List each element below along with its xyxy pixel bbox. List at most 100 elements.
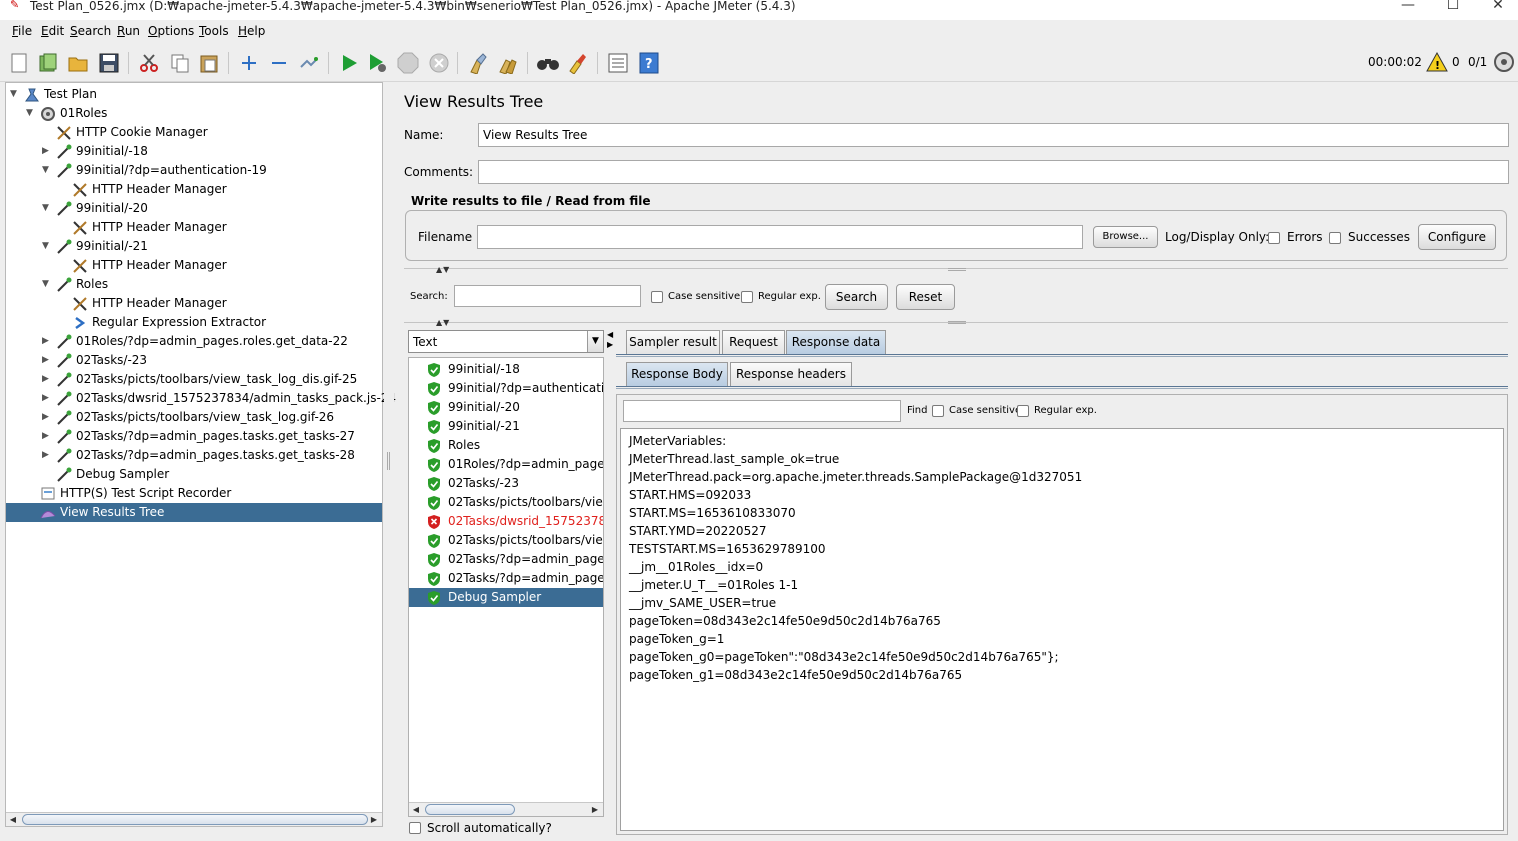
browse-button[interactable]: Browse... (1093, 226, 1158, 248)
collapse-icon[interactable] (267, 51, 291, 75)
collapse-arrows-icon[interactable]: ▲▼ (436, 318, 450, 327)
result-item[interactable]: 99initial/-18 (409, 360, 603, 379)
scroll-thumb[interactable] (425, 804, 515, 815)
scroll-thumb[interactable] (22, 814, 368, 825)
new-icon[interactable] (7, 51, 31, 75)
tree-node[interactable]: HTTP Header Manager (6, 256, 382, 275)
clear-icon[interactable] (466, 51, 490, 75)
renderer-select[interactable]: Text ▼ (408, 330, 604, 353)
result-item[interactable]: 02Tasks/picts/toolbars/view_ (409, 493, 603, 512)
successes-checkbox[interactable] (1329, 232, 1341, 244)
remote-engines-icon[interactable] (1493, 51, 1515, 73)
expanded-arrow-icon[interactable]: ▼ (10, 85, 20, 104)
minimize-button[interactable]: — (1388, 0, 1428, 14)
toggle-icon[interactable] (297, 51, 321, 75)
tree-node[interactable]: HTTP Header Manager (6, 218, 382, 237)
menu-tools[interactable]: Tools (199, 24, 229, 38)
result-item[interactable]: 02Tasks/?dp=admin_pages (409, 569, 603, 588)
search-input[interactable] (454, 285, 641, 307)
collapsed-arrow-icon[interactable]: ▶ (42, 446, 52, 465)
scroll-right-icon[interactable]: ▶ (369, 814, 379, 825)
tree-node[interactable]: ▼ 99initial/-20 (6, 199, 382, 218)
response-body-text[interactable]: JMeterVariables: JMeterThread.last_sample… (620, 428, 1504, 831)
scroll-right-icon[interactable]: ▶ (590, 804, 600, 815)
expanded-arrow-icon[interactable]: ▼ (42, 199, 52, 218)
scroll-left-icon[interactable]: ◀ (8, 814, 18, 825)
start-no-pauses-icon[interactable] (366, 51, 390, 75)
collapse-left-icon[interactable]: ◀ (607, 330, 613, 339)
comments-input[interactable] (478, 160, 1509, 184)
menu-run[interactable]: Run (117, 24, 140, 38)
reset-button[interactable]: Reset (896, 284, 955, 310)
tree-node[interactable]: HTTP Cookie Manager (6, 123, 382, 142)
expanded-arrow-icon[interactable]: ▼ (42, 275, 52, 294)
result-item[interactable]: 02Tasks/?dp=admin_pages (409, 550, 603, 569)
find-input[interactable] (623, 400, 901, 422)
tree-node[interactable]: Debug Sampler (6, 465, 382, 484)
expand-icon[interactable] (237, 51, 261, 75)
result-item[interactable]: 02Tasks/-23 (409, 474, 603, 493)
collapsed-arrow-icon[interactable]: ▶ (42, 370, 52, 389)
collapsed-arrow-icon[interactable]: ▶ (42, 332, 52, 351)
name-input[interactable]: View Results Tree (478, 123, 1509, 147)
test-plan-tree[interactable]: ▼ Test Plan ▼ 01Roles HTTP Cookie Manager ▶ 99… (5, 82, 396, 827)
tree-node[interactable]: ▶ 01Roles/?dp=admin_pages.roles.get_data-… (6, 332, 382, 351)
tab-response-body[interactable]: Response Body (626, 362, 728, 386)
collapsed-arrow-icon[interactable]: ▶ (42, 142, 52, 161)
shutdown-icon[interactable] (427, 51, 451, 75)
expanded-arrow-icon[interactable]: ▼ (26, 104, 36, 123)
clear-all-icon[interactable] (496, 51, 520, 75)
cut-icon[interactable] (137, 51, 161, 75)
main-splitter[interactable] (384, 82, 394, 841)
reset-search-icon[interactable] (566, 51, 590, 75)
chevron-down-icon[interactable]: ▼ (587, 331, 603, 352)
search-icon[interactable] (536, 51, 560, 75)
result-item[interactable]: Debug Sampler (409, 588, 603, 607)
tree-node[interactable]: ▶ 02Tasks/?dp=admin_pages.tasks.get_tasks… (6, 446, 382, 465)
tree-node[interactable]: ▼ Roles (6, 275, 382, 294)
collapsed-arrow-icon[interactable]: ▶ (42, 351, 52, 370)
tab-request[interactable]: Request (722, 330, 785, 354)
tree-node[interactable]: HTTP(S) Test Script Recorder (6, 484, 382, 503)
splitter-grip[interactable] (387, 452, 390, 470)
case-sensitive-checkbox[interactable] (651, 291, 663, 303)
tree-node[interactable]: ▶ 02Tasks/picts/toolbars/view_task_log_di… (6, 370, 382, 389)
tree-node[interactable]: ▼ 99initial/?dp=authentication-19 (6, 161, 382, 180)
tree-node[interactable]: ▶ 02Tasks/dwsrid_1575237834/admin_tasks_p… (6, 389, 396, 408)
open-icon[interactable] (66, 51, 90, 75)
function-helper-icon[interactable] (606, 51, 630, 75)
configure-button[interactable]: Configure (1418, 224, 1496, 250)
result-item[interactable]: 99initial/-20 (409, 398, 603, 417)
tree-node[interactable]: ▼ Test Plan (6, 85, 382, 104)
tab-response-data[interactable]: Response data (786, 330, 886, 354)
collapsed-arrow-icon[interactable]: ▶ (42, 427, 52, 446)
tree-node[interactable]: ▼ 99initial/-21 (6, 237, 382, 256)
tree-node[interactable]: HTTP Header Manager (6, 294, 382, 313)
collapse-arrows-icon[interactable]: ▲▼ (436, 265, 450, 274)
templates-icon[interactable] (36, 51, 60, 75)
find-regular-exp-checkbox[interactable] (1017, 405, 1029, 417)
collapsed-arrow-icon[interactable]: ▶ (42, 408, 52, 427)
tree-node[interactable]: ▼ 01Roles (6, 104, 382, 123)
stop-icon[interactable] (396, 51, 420, 75)
results-splitter[interactable]: ◀ ▶ (606, 330, 614, 830)
warning-icon[interactable]: ! (1426, 51, 1448, 72)
paste-icon[interactable] (197, 51, 221, 75)
tree-horizontal-scrollbar[interactable]: ◀ ▶ (6, 812, 382, 826)
menu-edit[interactable]: Edit (41, 24, 64, 38)
copy-icon[interactable] (168, 51, 192, 75)
divider-grip[interactable] (948, 321, 966, 324)
result-item[interactable]: 99initial/-21 (409, 417, 603, 436)
tree-node[interactable]: ▶ 02Tasks/-23 (6, 351, 382, 370)
tree-node[interactable]: ▶ 02Tasks/?dp=admin_pages.tasks.get_tasks… (6, 427, 382, 446)
search-button[interactable]: Search (825, 284, 888, 310)
menu-options[interactable]: Options (148, 24, 194, 38)
save-icon[interactable] (97, 51, 121, 75)
close-button[interactable]: ✕ (1478, 0, 1518, 14)
menu-search[interactable]: Search (70, 24, 111, 38)
maximize-button[interactable]: ☐ (1433, 0, 1473, 14)
tree-node[interactable]: ▶ 99initial/-18 (6, 142, 382, 161)
tree-node[interactable]: Regular Expression Extractor (6, 313, 382, 332)
results-horizontal-scrollbar[interactable]: ◀ ▶ (409, 802, 603, 816)
menu-file[interactable]: File (12, 24, 32, 38)
